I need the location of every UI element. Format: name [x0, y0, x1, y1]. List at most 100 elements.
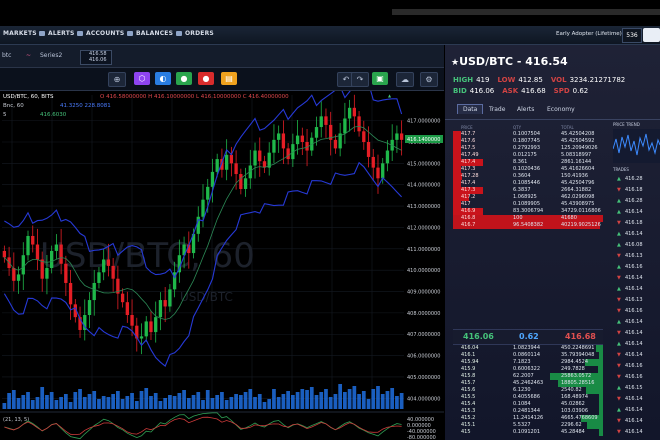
- price-chip[interactable]: 416.58 416.06: [80, 50, 112, 65]
- volume-bar: [305, 390, 309, 409]
- price-axis-label: 407.0000000: [407, 332, 440, 338]
- candle: [201, 199, 205, 217]
- bid-row[interactable]: 416.04 1.0823944 450.2248691: [453, 345, 603, 352]
- bid-price: 415.3: [461, 408, 476, 414]
- nav-balances[interactable]: BALANCES: [127, 30, 173, 37]
- nav-accounts[interactable]: ACCOUNTS: [77, 30, 124, 37]
- settings-button[interactable]: ⚙: [420, 72, 438, 87]
- trade-row: ▼ 416.14: [613, 395, 660, 403]
- tab-series2[interactable]: Series2: [40, 52, 62, 59]
- bid-row[interactable]: 415.5 0.4055686 168.48974: [453, 394, 603, 401]
- ask-row[interactable]: 417.4 0.1085446 45.42504796: [453, 180, 603, 187]
- bid-row[interactable]: 415.9 0.6006322 249.7828: [453, 366, 603, 373]
- bid-qty: 0.4055686: [513, 394, 541, 400]
- pair-price: USD/BTC - 416.54: [459, 55, 568, 68]
- compare-button[interactable]: ◐: [155, 72, 171, 85]
- bid-qty: 0.1084: [513, 401, 531, 407]
- trade-price: 416.15: [625, 385, 643, 391]
- volume-bar: [319, 392, 324, 409]
- bid-row[interactable]: 415.6 6.1230 2540.82: [453, 387, 603, 394]
- ask-row[interactable]: 416.8 100 41680: [453, 215, 603, 222]
- notification-badge[interactable]: 536: [622, 28, 642, 43]
- star-icon[interactable]: ★: [451, 58, 459, 68]
- bid-row[interactable]: 415.94 7.1823 2984.4524: [453, 359, 603, 366]
- ask-row[interactable]: 417.2 1.068925 462.0296098: [453, 194, 603, 201]
- ask-row[interactable]: 416.7 96.5408382 40219.9025126: [453, 222, 603, 229]
- alert-button[interactable]: ●: [176, 72, 192, 85]
- redo-button[interactable]: ↷: [351, 72, 369, 87]
- ask-row[interactable]: 416.9 83.3006794 34729.0116806: [453, 208, 603, 215]
- legend-item: Bnc, 60: [3, 103, 24, 109]
- user-plan[interactable]: Early Adopter (Lifetime): [556, 31, 622, 37]
- arrow-down-icon: ▼: [617, 429, 621, 435]
- nav-alerts[interactable]: ALERTS: [39, 30, 75, 37]
- volume-bar: [286, 391, 290, 409]
- ask-price: 417.3: [461, 166, 476, 172]
- ask-row[interactable]: 417.6 0.1807745 45.42504592: [453, 138, 603, 145]
- bid-row[interactable]: 415.1 5.5327 2296.62: [453, 422, 603, 429]
- bid-row[interactable]: 415.7 45.2462463 18805.28516: [453, 380, 603, 387]
- remove-button[interactable]: ●: [198, 72, 214, 85]
- bid-price: 415.5: [461, 394, 476, 400]
- bid-total: 249.7828: [561, 366, 585, 372]
- template-button[interactable]: ▤: [221, 72, 237, 85]
- price-axis-label: 413.0000000: [407, 204, 440, 210]
- trade-row: ▼ 416.16: [613, 373, 660, 381]
- ask-price: 417.5: [461, 145, 476, 151]
- volume-bar: [210, 398, 215, 409]
- tab-data[interactable]: Data: [457, 104, 484, 114]
- snapshot-button[interactable]: ▣: [372, 72, 388, 85]
- bid-row[interactable]: 415 0.1091201 45.28484: [453, 429, 603, 436]
- ask-price: 417.4: [461, 180, 476, 186]
- volume-bar: [333, 394, 338, 409]
- nav-markets[interactable]: MARKETS: [3, 30, 37, 37]
- ask-row[interactable]: 417.7 0.1007504 45.42504208: [453, 131, 603, 138]
- candle: [64, 263, 68, 283]
- nav-orders[interactable]: ORDERS: [176, 30, 214, 37]
- arrow-down-icon: ▼: [617, 363, 621, 369]
- bid-row[interactable]: 416.1 0.0860114 35.79394048: [453, 352, 603, 359]
- save-cloud-button[interactable]: ☁: [396, 72, 414, 87]
- tab-alerts[interactable]: Alerts: [517, 106, 534, 113]
- candle: [45, 268, 49, 279]
- bid-total: 45.28484: [561, 429, 585, 435]
- ask-price: 416.9: [461, 208, 476, 214]
- ask-price: 417.49: [461, 152, 479, 158]
- ask-row[interactable]: 417.4 8.361 2861.16144: [453, 159, 603, 166]
- ask-row[interactable]: 417.5 0.2792993 125.20949026: [453, 145, 603, 152]
- ask-row[interactable]: 417 0.1089905 45.43908975: [453, 201, 603, 208]
- volume-bar: [376, 386, 380, 409]
- tab-economy[interactable]: Economy: [547, 106, 575, 113]
- bid-row[interactable]: 415.4 0.1084 45.02862: [453, 401, 603, 408]
- volume-bar: [97, 399, 101, 409]
- stats-row-1: HIGH 419 LOW 412.85 VOL 3234.21271782: [453, 76, 626, 84]
- trade-price: 416.13: [625, 253, 643, 259]
- bid-row[interactable]: 415.8 62.2007 25863.0572: [453, 373, 603, 380]
- ask-row[interactable]: 417.49 0.012175 5.08318997: [453, 152, 603, 159]
- ask-row[interactable]: 417.3 0.1020436 45.41626604: [453, 166, 603, 173]
- draw-tool-button[interactable]: ⊕: [108, 72, 126, 87]
- bid-row[interactable]: 415.3 0.2481344 103.03906: [453, 408, 603, 415]
- tab-btc[interactable]: btc: [2, 52, 11, 59]
- ask-total: 125.20949026: [561, 145, 598, 151]
- trade-row: ▼ 416.14: [613, 329, 660, 337]
- price-chart[interactable]: USD/BTC, 60USD/BTC417.0000000416.0000000…: [0, 91, 444, 440]
- bid-row[interactable]: 415.2 11.2414126 4665.4768609: [453, 415, 603, 422]
- ask-total: 45.42504796: [561, 180, 595, 186]
- trade-row: ▲ 416.16: [613, 263, 660, 271]
- trade-price: 416.28: [625, 176, 643, 182]
- candle: [158, 300, 163, 318]
- bid-qty: 5.5327: [513, 422, 531, 428]
- trade-price: 416.14: [625, 418, 643, 424]
- ask-row[interactable]: 417.28 0.3604 150.41936: [453, 173, 603, 180]
- trade-row: ▲ 416.15: [613, 384, 660, 392]
- price-axis-label: 417.0000000: [407, 119, 440, 125]
- settings-icon[interactable]: [643, 28, 660, 42]
- indicator-button[interactable]: ⬡: [134, 72, 150, 85]
- candle: [371, 156, 375, 168]
- price-axis-label: 404.0000000: [407, 396, 440, 402]
- tab-trade[interactable]: Trade: [489, 106, 505, 113]
- volume-bar: [139, 391, 144, 409]
- ask-row[interactable]: 417.3 6.3837 2664.31882: [453, 187, 603, 194]
- candle: [102, 259, 106, 273]
